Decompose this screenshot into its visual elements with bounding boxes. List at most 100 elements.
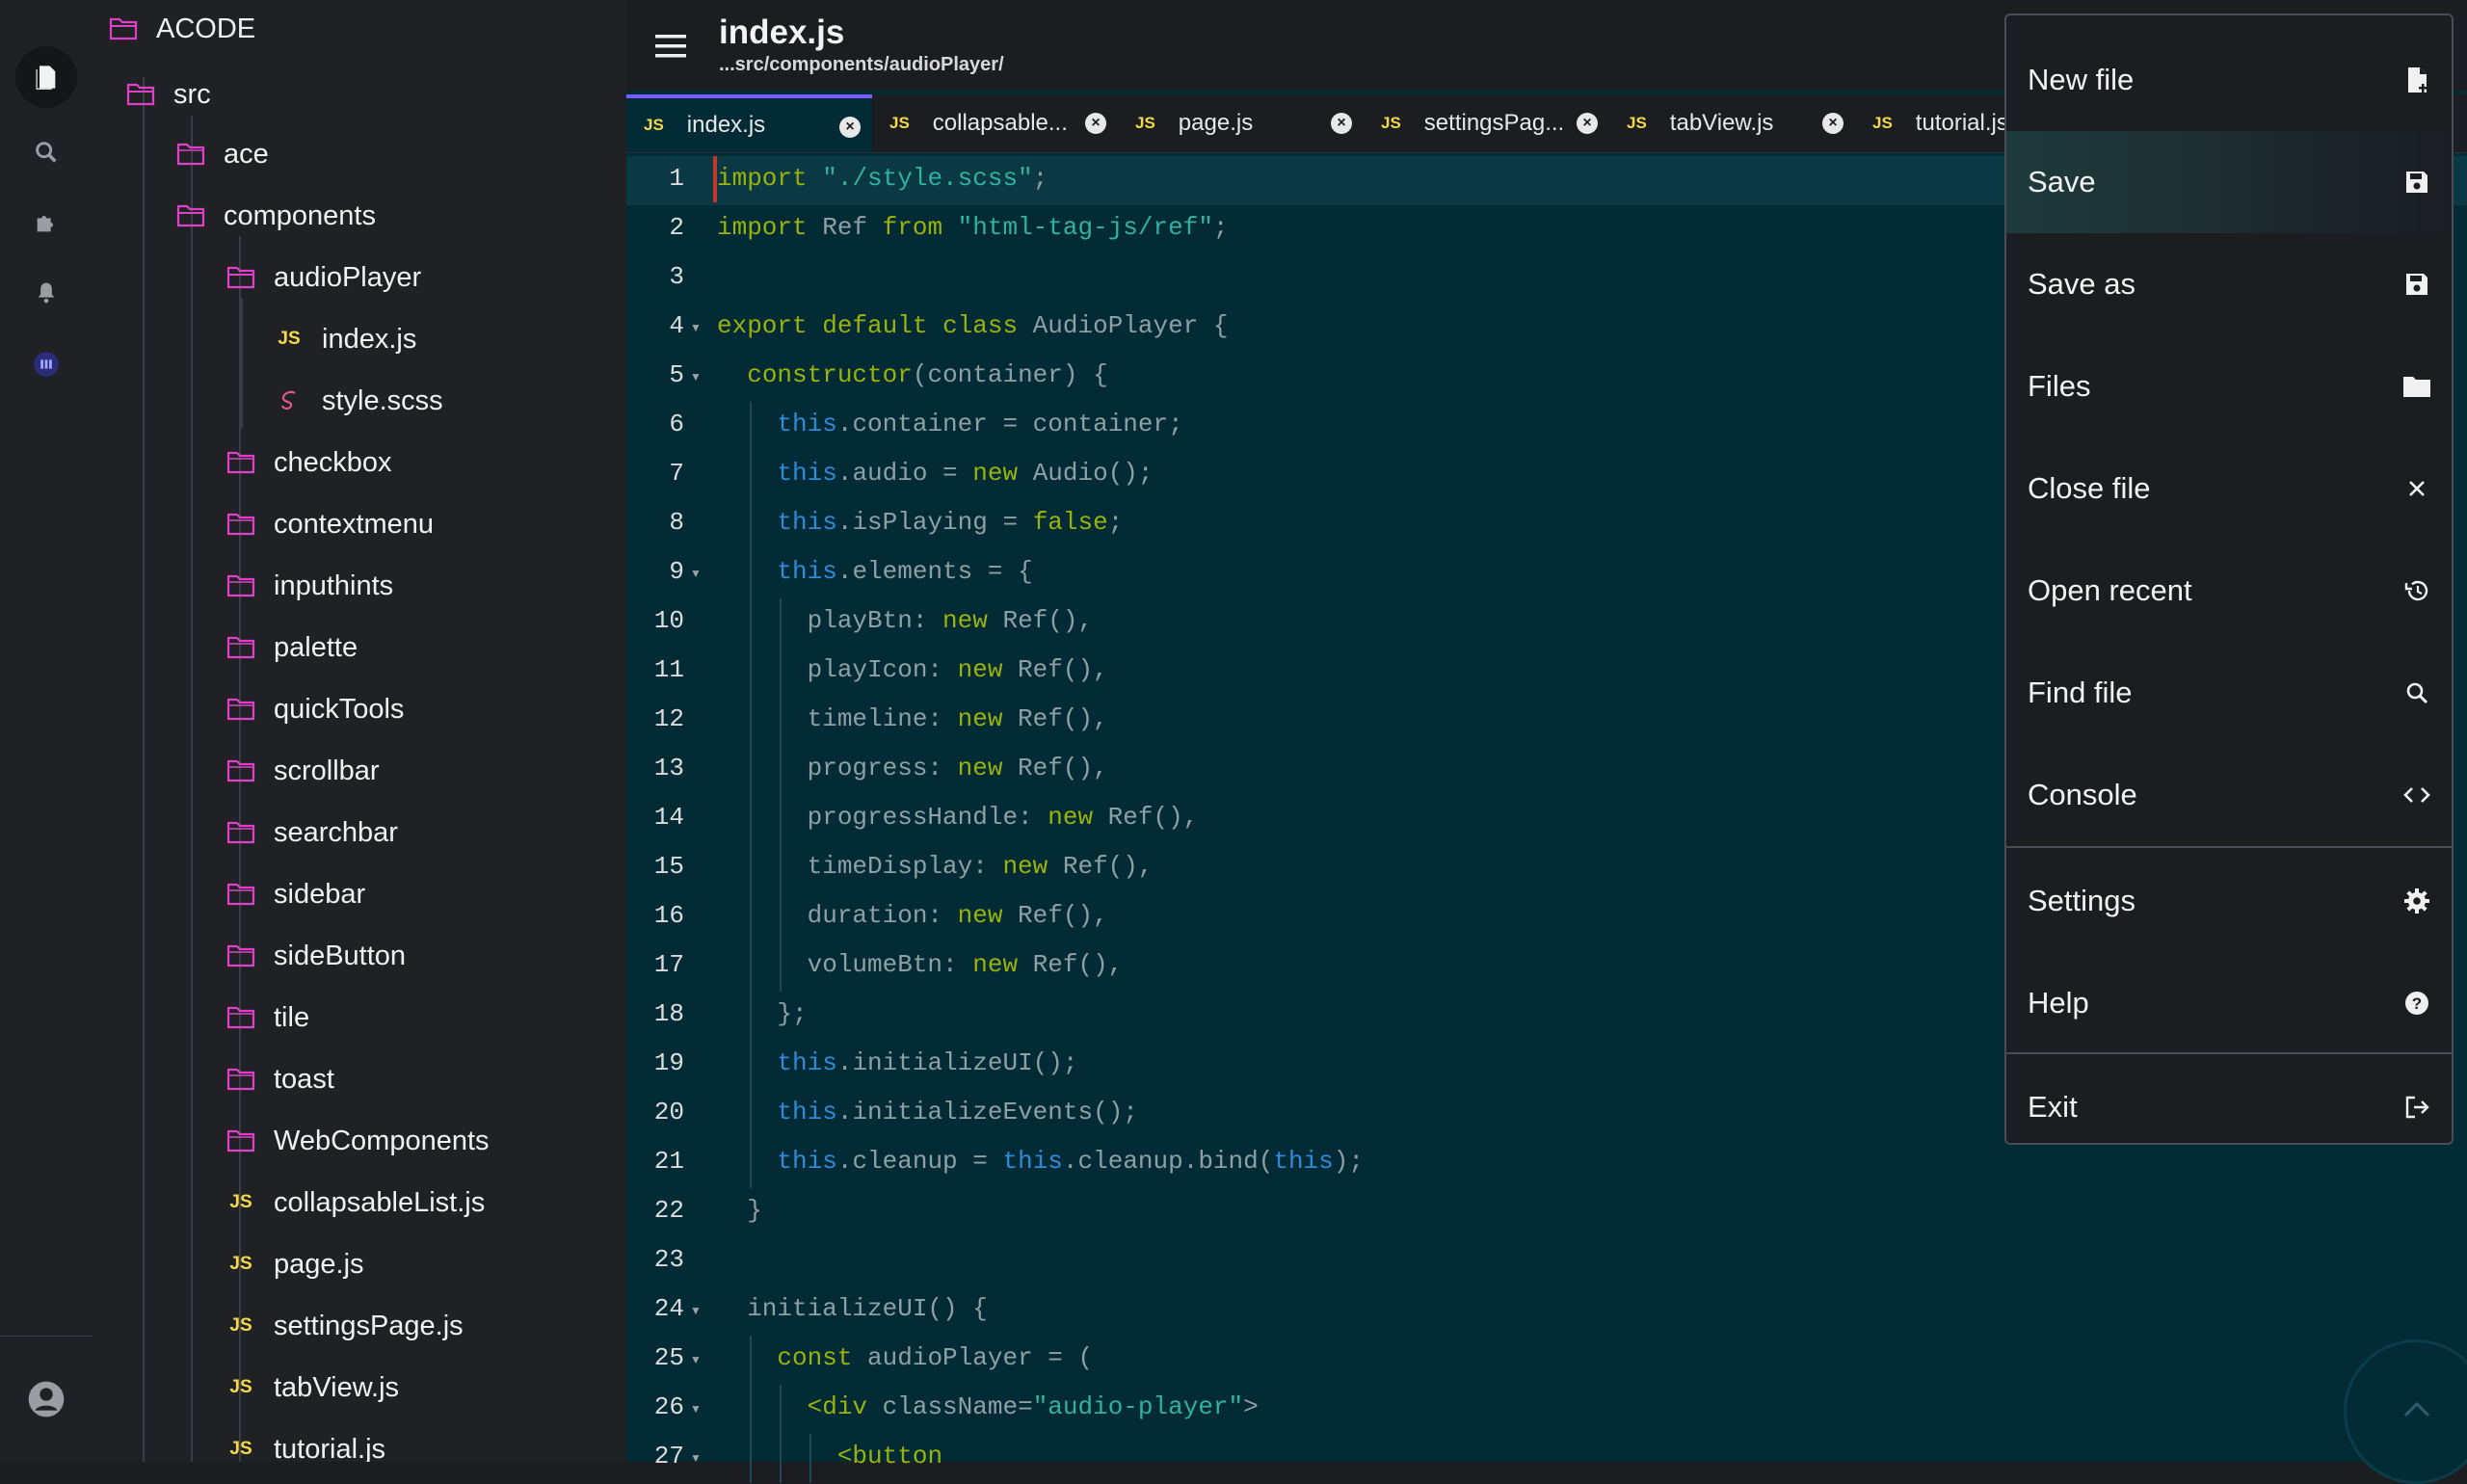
code-line[interactable]: 23 [626,1237,2467,1286]
tree-file[interactable]: JS tutorial.js [222,1422,385,1463]
explorer-root-label: ACODE [156,13,256,44]
fold-toggle-icon[interactable]: ▼ [690,1353,702,1366]
account-icon[interactable] [15,1368,77,1430]
tree-file[interactable]: JS collapsableList.js [222,1176,485,1230]
code-text: this.audio = new Audio(); [777,459,1154,488]
tree-folder[interactable]: tile [222,991,309,1045]
tree-folder[interactable]: scrollbar [222,744,380,798]
menu-item-settings[interactable]: Settings [2006,850,2452,952]
tree-file[interactable]: JS page.js [222,1237,363,1291]
tree-file[interactable]: JS tabView.js [222,1361,399,1415]
files-icon[interactable] [15,46,77,108]
chevron-up-icon [2403,1401,2430,1418]
tree-folder[interactable]: sideButton [222,929,406,983]
tree-folder[interactable]: WebComponents [222,1114,490,1168]
menu-item-close-file[interactable]: Close file [2006,437,2452,540]
notifications-icon[interactable] [15,262,77,324]
tree-item-label: tile [274,1001,310,1033]
menu-item-label: Find file [2028,676,2133,709]
close-tab-icon[interactable]: × [1085,113,1106,134]
tree-folder[interactable]: audioPlayer [222,251,421,305]
menu-item-save[interactable]: Save [2006,131,2452,233]
tree-folder[interactable]: contextmenu [222,497,434,551]
search-icon[interactable] [15,121,77,183]
line-number: 14 [653,803,684,832]
scss-file-icon [270,382,308,420]
tab-label: index.js [686,112,766,138]
tree-file[interactable]: JS index.js [270,312,416,366]
file-title: index.js [719,13,845,51]
fold-toggle-icon[interactable]: ▼ [690,1402,702,1416]
code-line[interactable]: 24 ▼ initializeUI() { [626,1286,2467,1336]
tree-item-label: checkbox [274,446,392,478]
search-icon [2401,677,2432,708]
fold-toggle-icon[interactable]: ▼ [690,321,702,334]
fold-toggle-icon[interactable]: ▼ [690,1304,702,1317]
line-number: 2 [669,213,684,242]
code-line[interactable]: 27 ▼ <button [626,1434,2467,1483]
help-icon: ? [2401,988,2432,1019]
tree-item-label: collapsableList.js [274,1186,486,1218]
history-icon [2401,575,2432,606]
tree-file[interactable]: style.scss [270,374,443,428]
line-number: 18 [653,999,684,1028]
code-line[interactable]: 22 } [626,1188,2467,1237]
tree-folder[interactable]: checkbox [222,436,392,490]
menu-item-console[interactable]: Console [2006,744,2452,846]
tree-folder[interactable]: inputhints [222,559,393,613]
code-line[interactable]: 26 ▼ <div className="audio-player"> [626,1385,2467,1434]
tree-item-label: settingsPage.js [274,1310,464,1341]
save-icon [2401,167,2432,198]
explorer-root[interactable]: ACODE [104,2,255,56]
tree-folder[interactable]: searchbar [222,806,398,860]
fold-toggle-icon[interactable]: ▼ [690,567,702,580]
tab-1[interactable]: JS collapsable... × [872,94,1118,152]
tree-folder[interactable]: ace [172,127,269,181]
tree-folder[interactable]: components [172,189,376,243]
tree-folder[interactable]: palette [222,621,358,675]
tree-folder[interactable]: toast [222,1052,334,1106]
close-tab-icon[interactable]: × [839,117,861,138]
code-text: volumeBtn: new Ref(), [717,950,1124,979]
code-line[interactable]: 25 ▼ const audioPlayer = ( [626,1336,2467,1385]
tree-item-label: searchbar [274,816,398,848]
save-as-icon [2401,269,2432,300]
js-file-icon: JS [270,320,308,358]
menu-item-open-recent[interactable]: Open recent [2006,540,2452,642]
menu-item-help[interactable]: Help? [2006,952,2452,1054]
close-tab-icon[interactable]: × [1577,113,1598,134]
extensions-icon[interactable] [15,192,77,253]
tree-file[interactable]: JS settingsPage.js [222,1299,464,1353]
close-tab-icon[interactable]: × [1331,113,1352,134]
tree-folder[interactable]: sidebar [222,867,365,921]
js-file-icon: JS [222,1183,260,1222]
folder-open-icon [172,197,210,235]
js-badge: JS [229,1192,252,1212]
code-text: this.container = container; [777,410,1183,438]
fold-toggle-icon[interactable]: ▼ [690,1451,702,1465]
menu-divider [2006,846,2452,848]
menu-item-exit[interactable]: Exit [2006,1056,2452,1158]
new-file-icon [2401,65,2432,95]
tab-3[interactable]: JS settingsPag... × [1364,94,1609,152]
menu-item-save-as[interactable]: Save as [2006,233,2452,335]
menu-item-new-file[interactable]: New file [2006,29,2452,131]
tab-4[interactable]: JS tabView.js × [1609,94,1855,152]
tree-folder[interactable]: src [121,67,211,121]
tab-0[interactable]: JS index.js × [626,94,872,152]
tab-2[interactable]: JS page.js × [1118,94,1364,152]
menu-icon[interactable] [651,27,690,66]
close-icon [2401,473,2432,504]
code-text: import Ref from "html-tag-js/ref"; [717,213,1229,242]
close-tab-icon[interactable]: × [1822,113,1844,134]
line-number: 10 [653,606,684,635]
code-text: constructor(container) { [747,360,1108,389]
fold-toggle-icon[interactable]: ▼ [690,370,702,384]
plugin-icon[interactable] [15,333,77,395]
tree-item-label: WebComponents [274,1125,490,1156]
tree-folder[interactable]: quickTools [222,682,404,736]
menu-item-find-file[interactable]: Find file [2006,642,2452,744]
folder-icon [172,135,210,173]
folder-icon [2401,371,2432,402]
menu-item-files[interactable]: Files [2006,335,2452,437]
